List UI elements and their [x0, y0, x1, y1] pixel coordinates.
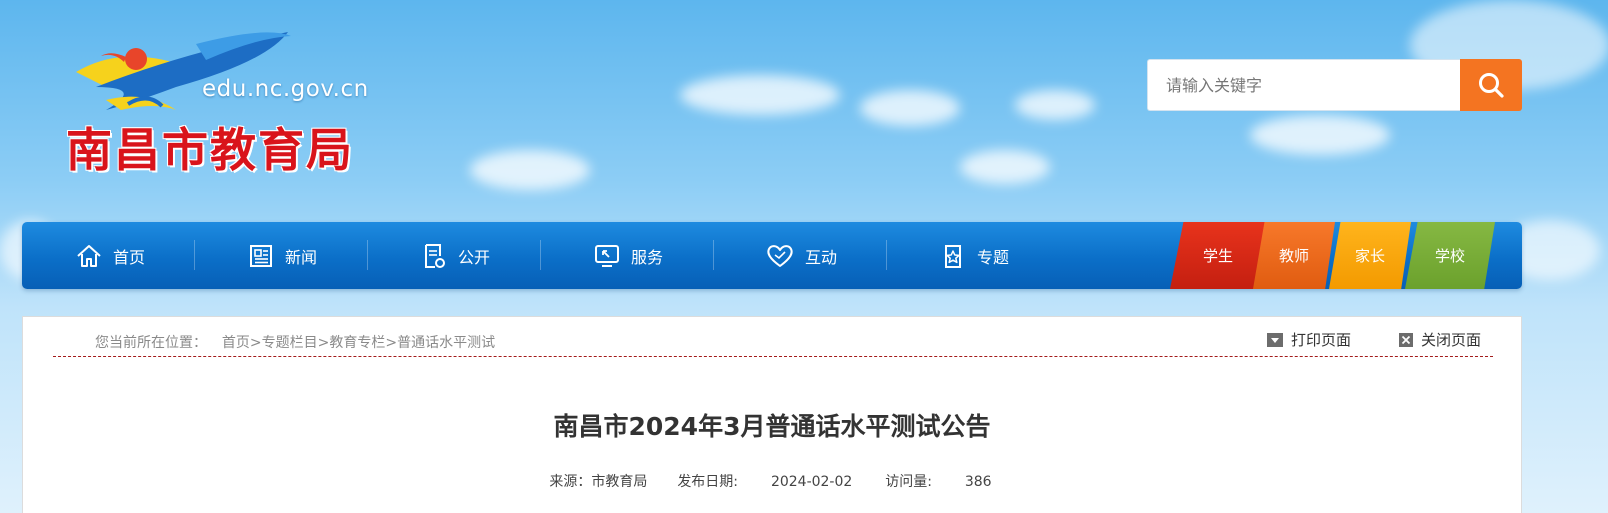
tag-student[interactable]: 学生	[1170, 222, 1266, 289]
breadcrumb-item-education[interactable]: 教育专栏	[329, 335, 385, 351]
heart-icon	[767, 244, 793, 267]
nav-item-interact[interactable]: 互动	[713, 222, 889, 289]
nav-item-news[interactable]: 新闻	[194, 222, 370, 289]
breadcrumb: 您当前所在位置： 首页>专题栏目>教育专栏>普通话水平测试	[95, 332, 495, 352]
nav-item-label: 公开	[457, 247, 490, 267]
breadcrumb-prefix: 您当前所在位置：	[95, 335, 207, 351]
tag-parent[interactable]: 家长	[1329, 222, 1411, 289]
nav-item-label: 互动	[804, 247, 837, 267]
nav-item-public[interactable]: 公开	[367, 222, 543, 289]
monitor-icon	[594, 244, 619, 267]
nav-item-label: 专题	[976, 247, 1009, 267]
document-icon	[424, 243, 445, 268]
cloud-decoration	[680, 75, 840, 115]
cloud-decoration	[1250, 115, 1390, 155]
article-meta: 来源：市教育局 发布日期: 2024-02-02 访问量: 386	[23, 471, 1521, 491]
tag-label: 家长	[1354, 247, 1385, 265]
search-input[interactable]	[1147, 59, 1460, 111]
source-value: 市教育局	[591, 474, 648, 490]
cloud-decoration	[960, 150, 1050, 184]
nav-item-label: 服务	[630, 247, 663, 267]
cloud-decoration	[860, 90, 960, 126]
tag-school[interactable]: 学校	[1405, 222, 1495, 289]
breadcrumb-item-topics[interactable]: 专题栏目	[262, 335, 318, 351]
home-icon	[77, 244, 101, 267]
source-label: 来源：	[549, 474, 592, 490]
tag-teacher[interactable]: 教师	[1253, 222, 1335, 289]
tag-label: 学生	[1202, 247, 1233, 265]
views-value: 386	[964, 474, 992, 490]
star-document-icon	[944, 244, 961, 268]
close-page-label: 关闭页面	[1420, 331, 1481, 349]
main-nav: 首页 新闻 公开 服务 互动 专题 学生 教师 家长 学校	[22, 222, 1522, 289]
tag-label: 教师	[1278, 247, 1309, 265]
nav-item-home[interactable]: 首页	[22, 222, 198, 289]
search-bar	[1147, 59, 1522, 111]
breadcrumb-item-current[interactable]: 普通话水平测试	[397, 335, 495, 351]
cloud-decoration	[470, 150, 590, 190]
nav-item-label: 新闻	[284, 247, 317, 267]
date-label: 发布日期:	[677, 474, 739, 490]
cloud-decoration	[1015, 90, 1095, 120]
search-button[interactable]	[1460, 59, 1522, 111]
nav-item-label: 首页	[112, 247, 145, 267]
close-icon	[1398, 332, 1413, 347]
print-page-label: 打印页面	[1290, 331, 1351, 349]
breadcrumb-separator: >	[249, 335, 262, 351]
breadcrumb-separator: >	[385, 335, 398, 351]
logo-site-name: 南昌市教育局	[66, 123, 354, 177]
newspaper-icon	[249, 244, 272, 267]
close-page-button[interactable]: 关闭页面	[1398, 329, 1481, 350]
print-icon	[1266, 332, 1283, 347]
breadcrumb-separator: >	[317, 335, 330, 351]
page-tools: 打印页面 关闭页面	[1266, 329, 1481, 350]
nav-item-topic[interactable]: 专题	[886, 222, 1062, 289]
site-logo[interactable]: edu.nc.gov.cn 南昌市教育局	[66, 32, 376, 177]
article-title: 南昌市2024年3月普通话水平测试公告	[553, 412, 991, 441]
date-value: 2024-02-02	[770, 474, 853, 490]
breadcrumb-divider	[53, 356, 1493, 357]
search-icon	[1479, 73, 1504, 98]
views-label: 访问量:	[885, 474, 932, 490]
logo-domain-text: edu.nc.gov.cn	[202, 76, 369, 102]
content-panel: 您当前所在位置： 首页>专题栏目>教育专栏>普通话水平测试 打印页面 关闭页面 …	[22, 316, 1522, 513]
nav-item-service[interactable]: 服务	[540, 222, 716, 289]
print-page-button[interactable]: 打印页面	[1266, 329, 1351, 350]
breadcrumb-item-home[interactable]: 首页	[222, 335, 250, 351]
tag-label: 学校	[1434, 247, 1465, 265]
